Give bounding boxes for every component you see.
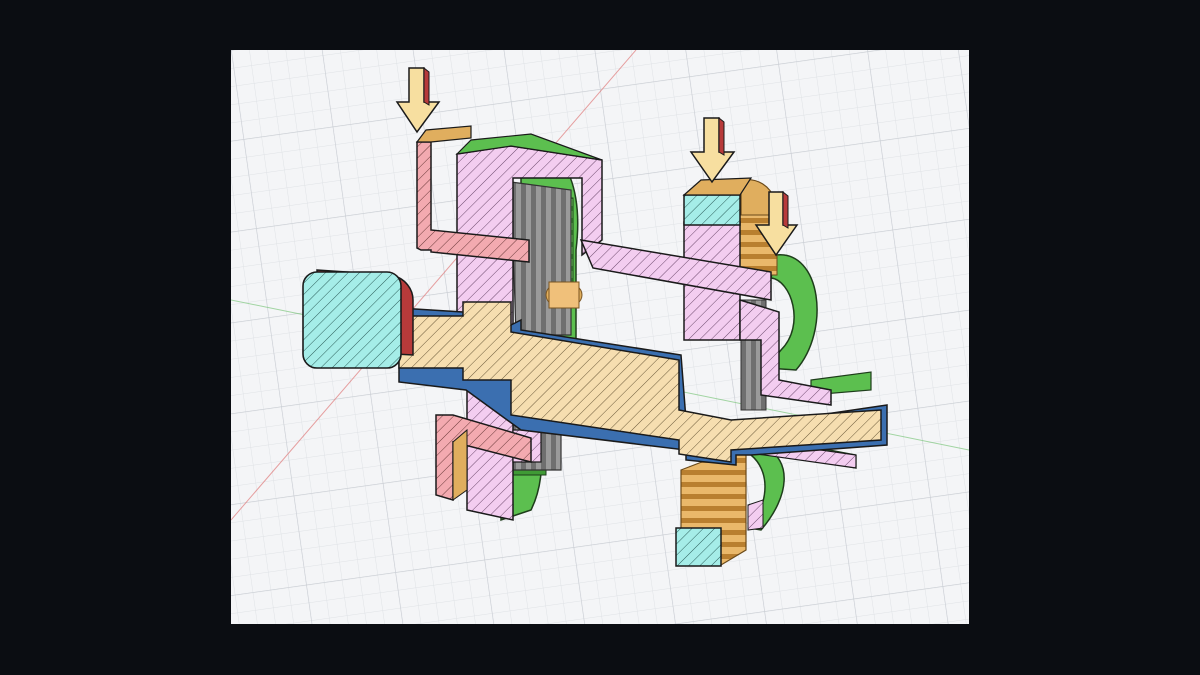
- 3d-viewport[interactable]: [231, 50, 969, 624]
- end-cap[interactable]: [302, 269, 414, 369]
- model-canvas[interactable]: [231, 50, 969, 624]
